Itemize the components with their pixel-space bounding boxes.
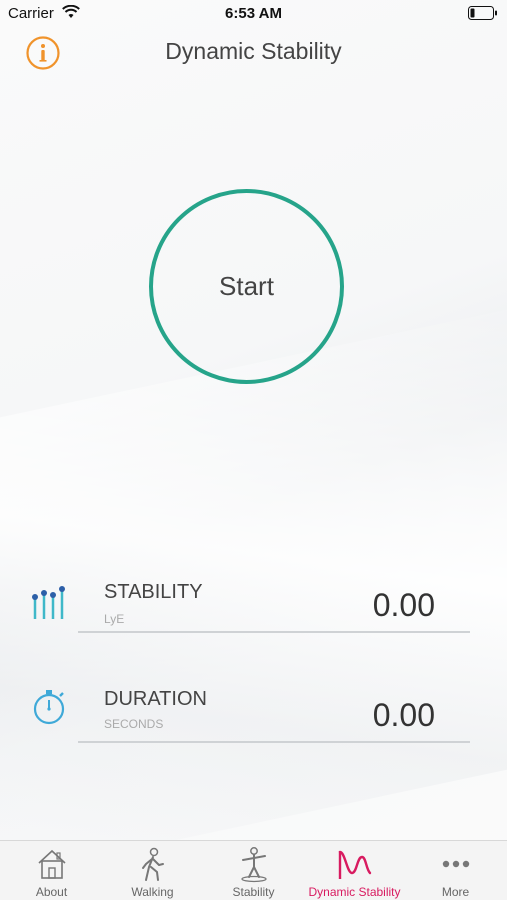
balancing-person-icon xyxy=(240,847,267,883)
start-button[interactable]: Start xyxy=(149,189,344,384)
divider xyxy=(78,741,470,743)
status-bar: Carrier 6:53 AM xyxy=(0,0,507,28)
page-title: Dynamic Stability xyxy=(165,38,342,64)
more-dots-icon xyxy=(442,860,469,868)
status-time: 6:53 AM xyxy=(225,5,282,22)
stopwatch-icon xyxy=(33,690,65,725)
duration-label: DURATION xyxy=(104,688,207,710)
dynamic-stability-icon xyxy=(338,850,371,879)
battery-icon xyxy=(468,6,497,20)
stability-row: STABILITY LyE 0.00 xyxy=(0,575,507,645)
duration-value: 0.00 xyxy=(372,697,435,733)
house-icon xyxy=(37,849,66,879)
stability-bars-icon xyxy=(32,586,65,619)
tab-label: Stability xyxy=(232,885,275,899)
stability-value: 0.00 xyxy=(372,587,435,623)
stability-label: STABILITY xyxy=(104,581,203,603)
walking-person-icon xyxy=(141,847,164,881)
tab-dynamic-stability[interactable]: Dynamic Stability xyxy=(304,841,405,900)
tab-about[interactable]: About xyxy=(1,841,102,900)
stability-unit: LyE xyxy=(104,612,125,626)
tab-more[interactable]: More xyxy=(405,841,506,900)
duration-unit: SECONDS xyxy=(104,717,164,731)
tab-label: Walking xyxy=(131,885,174,899)
divider xyxy=(78,631,470,633)
tab-label: Dynamic Stability xyxy=(308,885,401,899)
tab-bar: About Walking Stability Dynamic Stabilit… xyxy=(0,840,507,900)
tab-walking[interactable]: Walking xyxy=(102,841,203,900)
duration-row: DURATION SECONDS 0.00 xyxy=(0,683,507,753)
tab-label: More xyxy=(441,885,470,899)
tab-stability[interactable]: Stability xyxy=(203,841,304,900)
tab-label: About xyxy=(35,885,68,899)
